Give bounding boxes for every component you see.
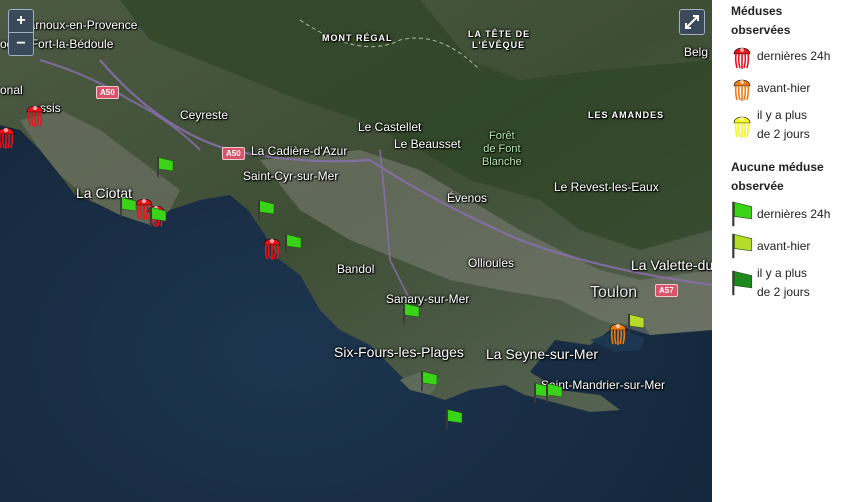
jellyfish-red-marker[interactable]: [25, 100, 45, 128]
map-view[interactable]: Carnoux-en-Provence oque-Fort-la-Bédoule…: [0, 0, 712, 502]
legend-title-observed: Méduses observées: [731, 4, 791, 37]
legend-item: il y a plus de 2 jours: [731, 106, 854, 144]
place-label: Ollioules: [468, 256, 515, 270]
place-label: Six-Fours-les-Plages: [334, 344, 464, 360]
jellyfish-red-marker[interactable]: [262, 233, 282, 261]
map-terrain: [0, 0, 712, 502]
place-label: La Valette-du-: [631, 257, 712, 273]
legend: Méduses observées dernières 24h avant-hi…: [722, 0, 854, 502]
place-label: La Cadière-d'Azur: [251, 144, 348, 158]
flag-darkgreen-icon: [731, 269, 753, 297]
legend-item: il y a plus de 2 jours: [731, 264, 854, 302]
legend-item: dernières 24h: [731, 200, 854, 228]
flag-green-marker[interactable]: [420, 370, 438, 392]
zoom-out-button[interactable]: −: [9, 32, 33, 55]
flag-green-marker[interactable]: [545, 382, 563, 404]
expand-icon: [685, 15, 699, 29]
flag-green-marker[interactable]: [156, 156, 174, 178]
place-label: Évenos: [447, 191, 488, 205]
place-label: Ceyreste: [180, 108, 229, 122]
place-label: Le Beausset: [394, 137, 461, 151]
place-label: Saint-Cyr-sur-Mer: [243, 169, 339, 183]
flag-lime-icon: [731, 232, 753, 260]
flag-green-marker[interactable]: [284, 233, 302, 255]
jellyfish-yellow-icon: [731, 111, 753, 139]
region-label: L'ÉVÊQUE: [472, 40, 526, 50]
flag-green-marker[interactable]: [257, 199, 275, 221]
jellyfish-red-marker[interactable]: [0, 122, 16, 150]
place-label: Le Castellet: [358, 120, 422, 134]
flag-green-icon: [731, 200, 753, 228]
place-label: onal: [0, 83, 23, 97]
region-label: LES AMANDES: [588, 110, 665, 120]
place-label: Toulon: [590, 284, 638, 301]
place-label: Belg: [684, 45, 709, 59]
jellyfish-orange-icon: [731, 74, 753, 102]
legend-title-none: Aucune méduse observée: [731, 160, 824, 193]
flag-green-marker[interactable]: [445, 408, 463, 430]
forest-label: Forêt de Font Blanche: [482, 130, 522, 168]
legend-item: avant-hier: [731, 232, 854, 260]
place-label: Le Revest-les-Eaux: [554, 180, 659, 194]
region-label: LA TÊTE DE: [468, 29, 531, 39]
place-label: La Seyne-sur-Mer: [486, 346, 599, 362]
place-label: Bandol: [337, 262, 375, 276]
legend-item: dernières 24h: [731, 42, 854, 70]
zoom-in-button[interactable]: +: [9, 10, 33, 32]
zoom-control: + −: [8, 9, 34, 56]
flag-green-marker[interactable]: [402, 302, 420, 324]
road-shield: A57: [655, 284, 678, 297]
flag-green-marker[interactable]: [119, 196, 137, 218]
road-shield: A50: [96, 86, 119, 99]
flag-lime-marker[interactable]: [627, 313, 645, 335]
road-shield: A50: [222, 147, 245, 160]
jellyfish-red-icon: [731, 42, 753, 70]
fullscreen-button[interactable]: [679, 9, 705, 35]
flag-green-marker[interactable]: [149, 206, 167, 228]
region-label: MONT RÉGAL: [322, 33, 393, 43]
place-label: Carnoux-en-Provence: [20, 18, 138, 32]
jellyfish-orange-marker[interactable]: [608, 318, 628, 346]
place-label: Sanary-sur-Mer: [386, 292, 470, 306]
legend-item: avant-hier: [731, 74, 854, 102]
